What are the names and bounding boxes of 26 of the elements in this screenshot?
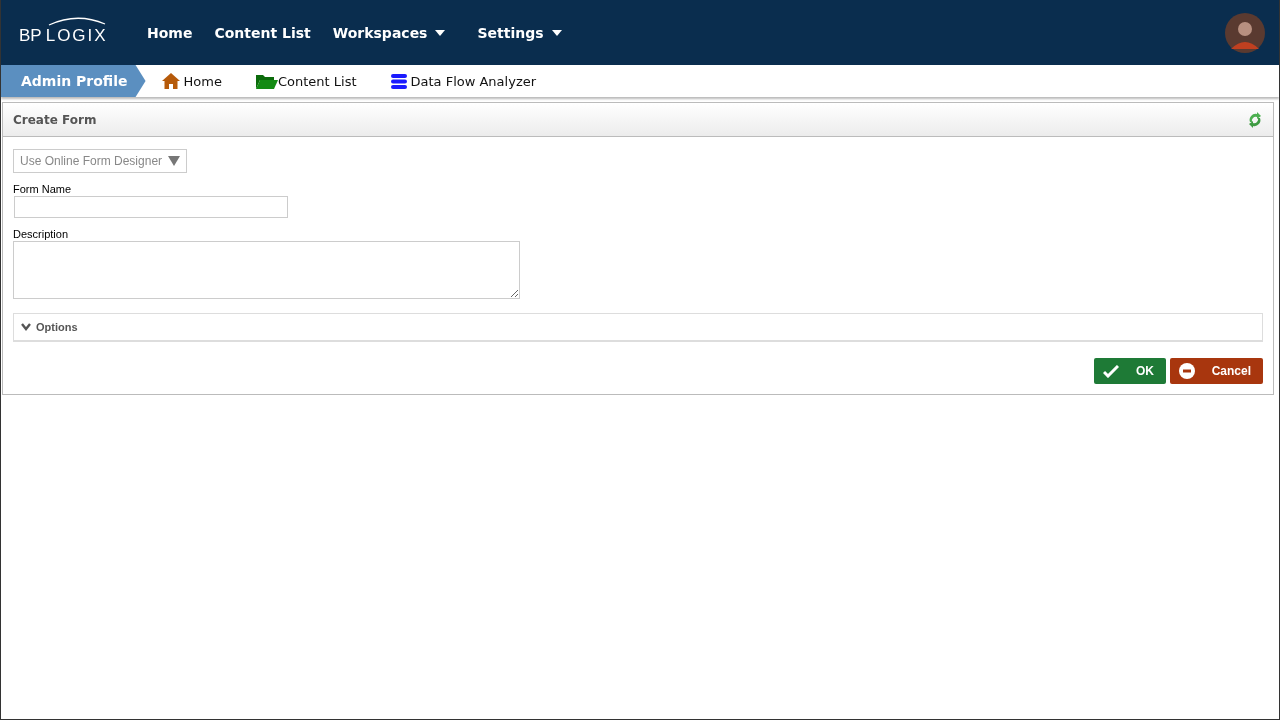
checkmark-icon (1103, 364, 1119, 378)
avatar[interactable] (1225, 12, 1265, 53)
options-section[interactable]: Options (13, 313, 1263, 342)
field-label: Form Name (13, 183, 73, 195)
designer-select[interactable]: Use Online Form Designer (13, 149, 188, 173)
breadcrumb-link[interactable]: Content List (255, 73, 357, 89)
logo[interactable]: BP LOGIX (19, 19, 129, 46)
caret-icon (435, 29, 446, 36)
breadcrumb-link[interactable]: Home (161, 73, 222, 89)
text-input[interactable] (14, 196, 288, 218)
minus-circle-icon (1179, 363, 1195, 379)
database-icon (390, 73, 407, 89)
nav-link[interactable]: Settings (477, 24, 562, 41)
caret-icon (551, 29, 562, 36)
panel-title: Create Form (13, 112, 97, 127)
nav-link[interactable]: Workspaces (332, 24, 446, 41)
dropdown-arrow-icon (168, 156, 181, 166)
folder-icon (255, 73, 278, 89)
breadcrumb-link[interactable]: Data Flow Analyzer (390, 73, 537, 89)
home-icon (161, 73, 180, 89)
nav-link[interactable]: Home (147, 24, 193, 41)
cancel-button[interactable]: Cancel (1170, 358, 1263, 384)
field-label: Description (13, 228, 70, 240)
nav-link[interactable]: Content List (214, 24, 311, 41)
ok-button[interactable]: OK (1094, 358, 1166, 384)
refresh-icon[interactable] (1247, 111, 1263, 128)
